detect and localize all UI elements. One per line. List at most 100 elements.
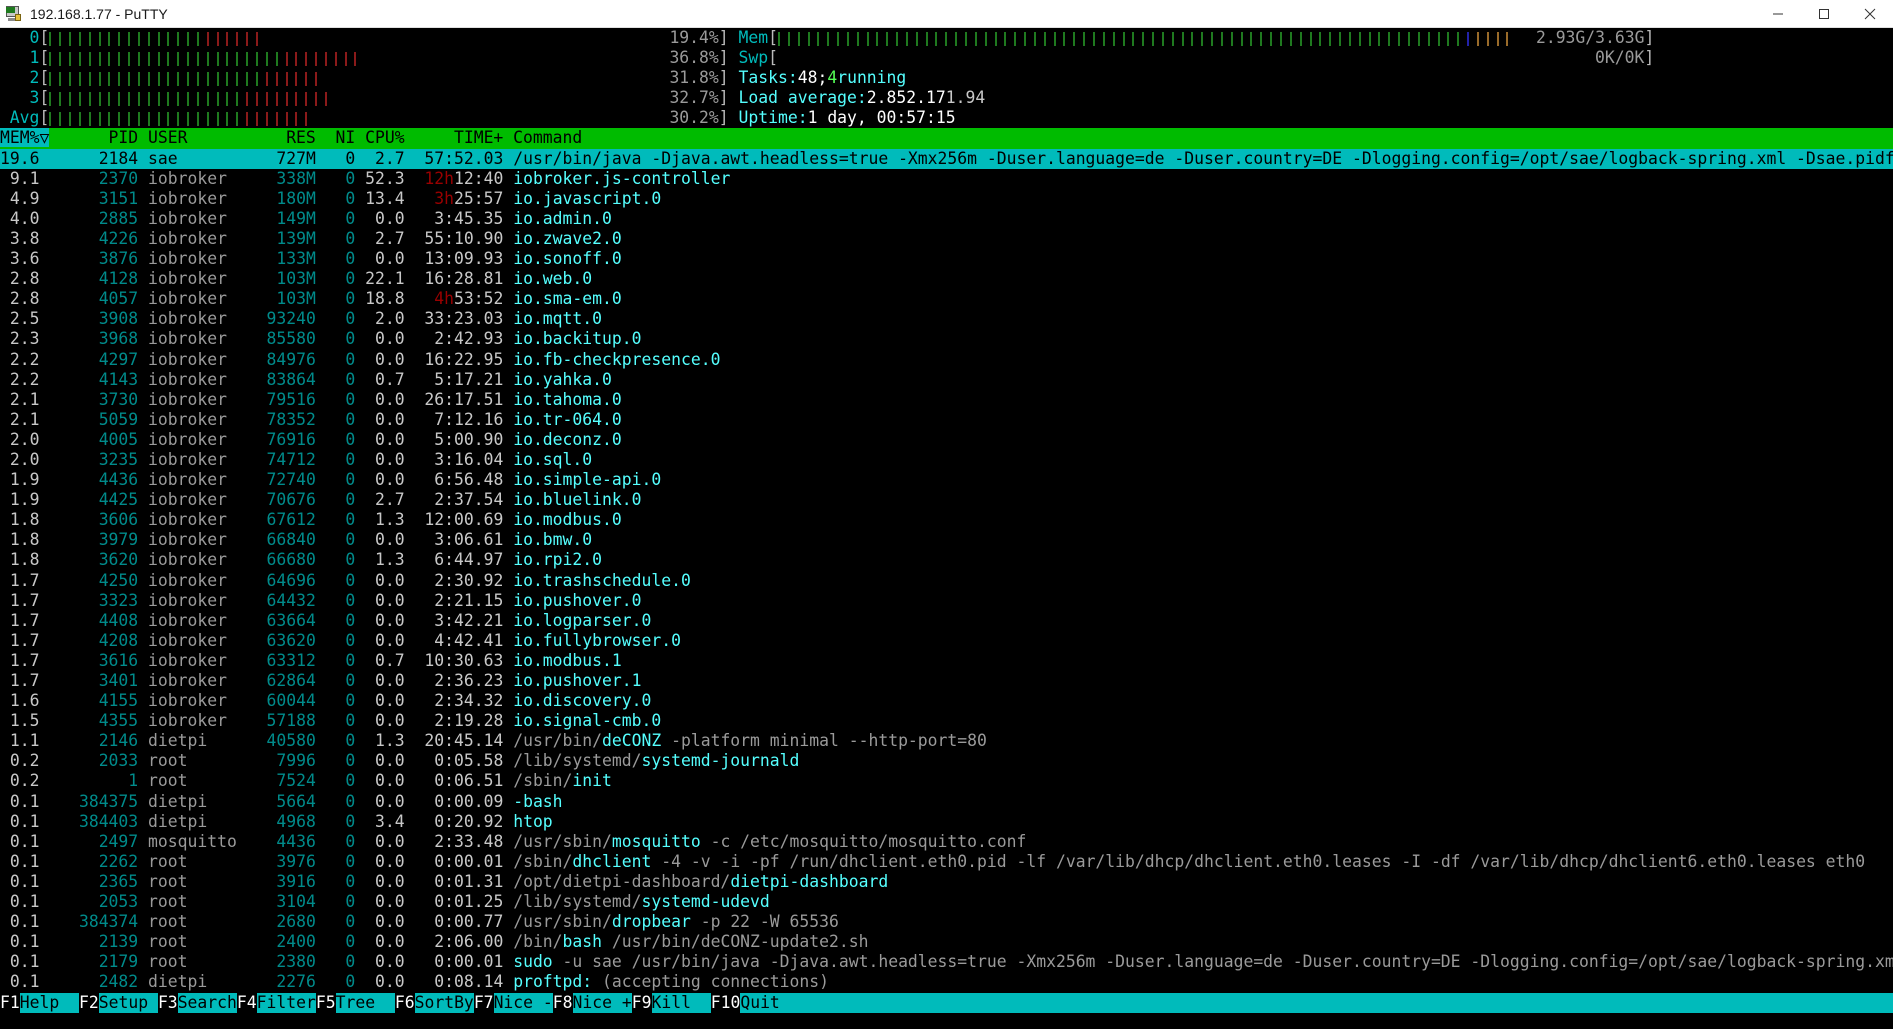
cell-mem: 3.6 <box>0 249 39 268</box>
fnlabel-nice[interactable]: Nice + <box>573 993 632 1013</box>
table-row[interactable]: 2.2 4297 iobroker 84976 0 0.0 16:22.95 i… <box>0 350 1893 370</box>
fnlabel-search[interactable]: Search <box>178 993 237 1013</box>
table-row[interactable]: 1.5 4355 iobroker 57188 0 0.0 2:19.28 io… <box>0 711 1893 731</box>
table-row[interactable]: 1.7 3323 iobroker 64432 0 0.0 2:21.15 io… <box>0 591 1893 611</box>
column-header-ni[interactable]: NI <box>316 128 355 147</box>
table-row[interactable]: 0.1 384403 dietpi 4968 0 3.4 0:20.92 hto… <box>0 812 1893 832</box>
table-row[interactable]: 0.2 1 root 7524 0 0.0 0:06.51 /sbin/init <box>0 771 1893 791</box>
column-header-res[interactable]: RES <box>266 128 315 147</box>
cell-command: io.bluelink.0 <box>503 490 641 509</box>
table-row[interactable]: 1.1 2146 dietpi 40580 0 1.3 20:45.14 /us… <box>0 731 1893 751</box>
table-row[interactable]: 1.7 3401 iobroker 62864 0 0.0 2:36.23 io… <box>0 671 1893 691</box>
cell-command: io.tahoma.0 <box>503 390 621 409</box>
table-row[interactable]: 2.1 3730 iobroker 79516 0 0.0 26:17.51 i… <box>0 390 1893 410</box>
table-row[interactable]: 19.6 2184 sae 727M 0 2.7 57:52.03 /usr/b… <box>0 149 1893 169</box>
table-row[interactable]: 2.3 3968 iobroker 85580 0 0.0 2:42.93 io… <box>0 329 1893 349</box>
cell-pid: 3235 <box>39 450 138 469</box>
table-row[interactable]: 2.2 4143 iobroker 83864 0 0.7 5:17.21 io… <box>0 370 1893 390</box>
fnlabel-tree[interactable]: Tree <box>336 993 395 1013</box>
process-table-body[interactable]: 19.6 2184 sae 727M 0 2.7 57:52.03 /usr/b… <box>0 149 1893 993</box>
cell-mem: 1.7 <box>0 571 39 590</box>
table-row[interactable]: 0.1 2262 root 3976 0 0.0 0:00.01 /sbin/d… <box>0 852 1893 872</box>
table-row[interactable]: 4.9 3151 iobroker 180M 0 13.4 3h25:57 io… <box>0 189 1893 209</box>
table-row[interactable]: 0.1 384375 dietpi 5664 0 0.0 0:00.09 -ba… <box>0 792 1893 812</box>
fnkey-f3[interactable]: F3 <box>158 993 178 1013</box>
cell-mem: 2.0 <box>0 450 39 469</box>
fnlabel-setup[interactable]: Setup <box>99 993 158 1013</box>
process-table-header[interactable]: MEM%▽ PID USER RES NI CPU% TIME+ Command <box>0 128 1893 148</box>
table-row[interactable]: 1.7 3616 iobroker 63312 0 0.7 10:30.63 i… <box>0 651 1893 671</box>
cell-ni: 0 <box>316 691 355 710</box>
table-row[interactable]: 0.1 2179 root 2380 0 0.0 0:00.01 sudo -u… <box>0 952 1893 972</box>
fnkey-f9[interactable]: F9 <box>632 993 652 1013</box>
table-row[interactable]: 2.0 3235 iobroker 74712 0 0.0 3:16.04 io… <box>0 450 1893 470</box>
fnkey-f5[interactable]: F5 <box>316 993 336 1013</box>
column-header-pid[interactable]: PID <box>49 128 138 147</box>
table-row[interactable]: 2.1 5059 iobroker 78352 0 0.0 7:12.16 io… <box>0 410 1893 430</box>
table-row[interactable]: 9.1 2370 iobroker 338M 0 52.3 12h12:40 i… <box>0 169 1893 189</box>
cell-time: 2:33.48 <box>405 832 504 851</box>
fnlabel-filter[interactable]: Filter <box>257 993 316 1013</box>
close-button[interactable] <box>1847 0 1893 27</box>
fnlabel-quit[interactable]: Quit <box>740 993 799 1013</box>
table-row[interactable]: 0.2 2033 root 7996 0 0.0 0:05.58 /lib/sy… <box>0 751 1893 771</box>
fnkey-f2[interactable]: F2 <box>79 993 99 1013</box>
maximize-button[interactable] <box>1801 0 1847 27</box>
table-row[interactable]: 0.1 2365 root 3916 0 0.0 0:01.31 /opt/di… <box>0 872 1893 892</box>
table-row[interactable]: 1.8 3606 iobroker 67612 0 1.3 12:00.69 i… <box>0 510 1893 530</box>
fnlabel-help[interactable]: Help <box>20 993 79 1013</box>
function-key-bar[interactable]: F1Help F2Setup F3SearchF4FilterF5Tree F6… <box>0 993 1893 1013</box>
fnkey-f4[interactable]: F4 <box>237 993 257 1013</box>
fnkey-f10[interactable]: F10 <box>711 993 741 1013</box>
cell-time: 7:12.16 <box>405 410 504 429</box>
table-row[interactable]: 1.6 4155 iobroker 60044 0 0.0 2:34.32 io… <box>0 691 1893 711</box>
terminal-screen[interactable]: 0[19.4%]Mem[2.93G/3.63G]1[36.8%]Swp[0K/0… <box>0 28 1893 1029</box>
table-row[interactable]: 0.1 2139 root 2400 0 0.0 2:06.00 /bin/ba… <box>0 932 1893 952</box>
cell-pid: 2179 <box>39 952 138 971</box>
table-row[interactable]: 1.7 4408 iobroker 63664 0 0.0 3:42.21 io… <box>0 611 1893 631</box>
minimize-button[interactable] <box>1755 0 1801 27</box>
table-row[interactable]: 0.1 2497 mosquitto 4436 0 0.0 2:33.48 /u… <box>0 832 1893 852</box>
column-header-time[interactable]: TIME+ <box>405 128 504 147</box>
table-row[interactable]: 2.8 4057 iobroker 103M 0 18.8 4h53:52 io… <box>0 289 1893 309</box>
fnkey-f6[interactable]: F6 <box>395 993 415 1013</box>
cell-command: htop <box>503 812 552 831</box>
table-row[interactable]: 1.7 4208 iobroker 63620 0 0.0 4:42.41 io… <box>0 631 1893 651</box>
fnlabel-nice[interactable]: Nice - <box>494 993 553 1013</box>
table-row[interactable]: 1.9 4436 iobroker 72740 0 0.0 6:56.48 io… <box>0 470 1893 490</box>
cell-ni: 0 <box>316 591 355 610</box>
fnkey-f1[interactable]: F1 <box>0 993 20 1013</box>
cell-command-name: io.fb-checkpresence.0 <box>513 350 720 369</box>
fnlabel-kill[interactable]: Kill <box>652 993 711 1013</box>
column-header-cpu[interactable]: CPU% <box>355 128 404 147</box>
column-header-user[interactable]: USER <box>138 128 266 147</box>
cell-command-name: init <box>572 771 611 790</box>
table-row[interactable]: 2.0 4005 iobroker 76916 0 0.0 5:00.90 io… <box>0 430 1893 450</box>
cell-command: iobroker.js-controller <box>503 169 730 188</box>
cell-ni: 0 <box>316 651 355 670</box>
column-header-mem[interactable]: MEM%▽ <box>0 128 49 147</box>
table-row[interactable]: 0.1 2482 dietpi 2276 0 0.0 0:08.14 proft… <box>0 972 1893 992</box>
table-row[interactable]: 1.8 3979 iobroker 66840 0 0.0 3:06.61 io… <box>0 530 1893 550</box>
table-row[interactable]: 4.0 2885 iobroker 149M 0 0.0 3:45.35 io.… <box>0 209 1893 229</box>
cell-user: iobroker <box>138 329 266 348</box>
table-row[interactable]: 1.8 3620 iobroker 66680 0 1.3 6:44.97 io… <box>0 550 1893 570</box>
function-bar-filler <box>800 993 1893 1013</box>
fnkey-f7[interactable]: F7 <box>474 993 494 1013</box>
cell-cpu: 0.0 <box>355 410 404 429</box>
column-header-command[interactable]: Command <box>503 128 582 147</box>
fnlabel-sortby[interactable]: SortBy <box>415 993 474 1013</box>
table-row[interactable]: 1.7 4250 iobroker 64696 0 0.0 2:30.92 io… <box>0 571 1893 591</box>
cell-cpu: 1.3 <box>355 510 404 529</box>
table-row[interactable]: 1.9 4425 iobroker 70676 0 2.7 2:37.54 io… <box>0 490 1893 510</box>
table-row[interactable]: 3.8 4226 iobroker 139M 0 2.7 55:10.90 io… <box>0 229 1893 249</box>
table-row[interactable]: 0.1 384374 root 2680 0 0.0 0:00.77 /usr/… <box>0 912 1893 932</box>
table-row[interactable]: 2.8 4128 iobroker 103M 0 22.1 16:28.81 i… <box>0 269 1893 289</box>
table-row[interactable]: 3.6 3876 iobroker 133M 0 0.0 13:09.93 io… <box>0 249 1893 269</box>
cell-command-name: io.signal-cmb.0 <box>513 711 661 730</box>
table-row[interactable]: 0.1 2053 root 3104 0 0.0 0:01.25 /lib/sy… <box>0 892 1893 912</box>
cell-time: 16:28.81 <box>405 269 504 288</box>
fnkey-f8[interactable]: F8 <box>553 993 573 1013</box>
table-row[interactable]: 2.5 3908 iobroker 93240 0 2.0 33:23.03 i… <box>0 309 1893 329</box>
load-average-label: Load average: <box>739 88 867 108</box>
